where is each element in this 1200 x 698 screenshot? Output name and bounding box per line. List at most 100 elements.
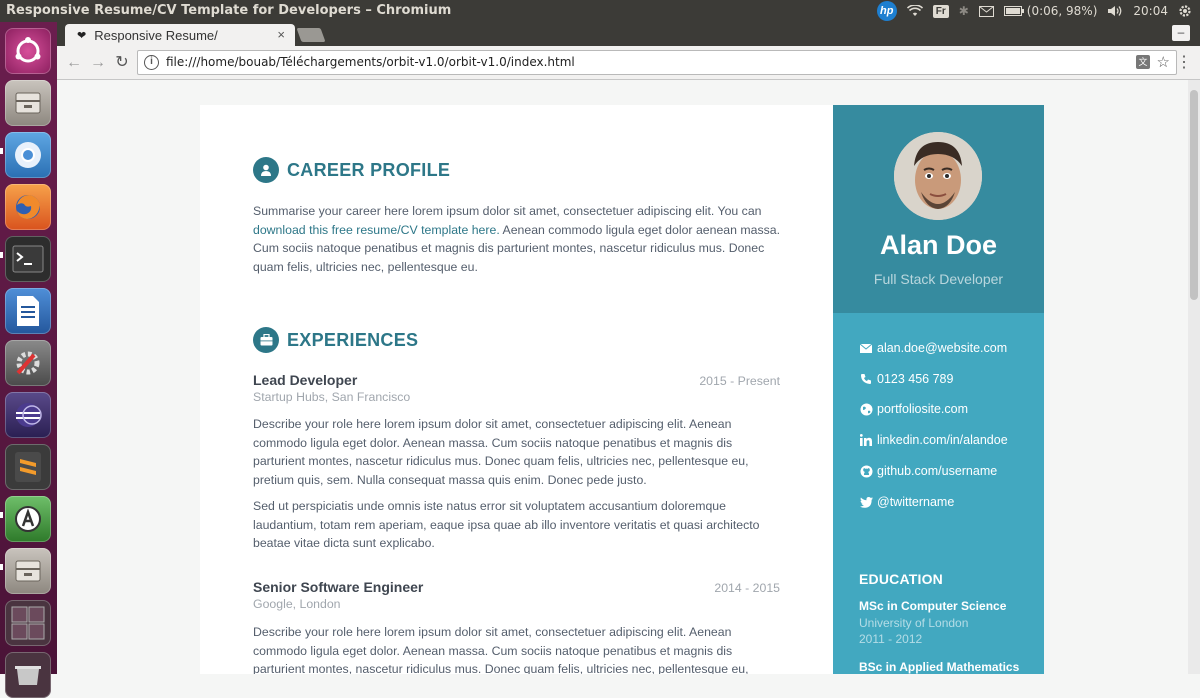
contact-phone[interactable]: 0123 456 789	[859, 372, 953, 386]
eclipse-icon[interactable]	[5, 392, 51, 438]
github-icon	[859, 464, 873, 478]
info-icon[interactable]: i	[144, 55, 159, 70]
system-tray: hp Fr ✱ (0:06, 98%) 20:04	[876, 0, 1200, 22]
job-company: Startup Hubs, San Francisco	[253, 390, 411, 404]
twitter-icon	[859, 495, 873, 509]
menu-icon[interactable]: ⋮	[1176, 53, 1192, 73]
summary-text-1: Summarise your career here lorem ipsum d…	[253, 204, 762, 218]
clock[interactable]: 20:04	[1133, 0, 1168, 22]
translate-icon[interactable]: 文	[1136, 55, 1150, 69]
sublime-text-icon[interactable]	[5, 444, 51, 490]
degree-school: University of London	[859, 616, 969, 630]
battery-indicator[interactable]: (0:06, 98%)	[1003, 0, 1098, 22]
career-profile-summary: Summarise your career here lorem ipsum d…	[253, 202, 783, 276]
profile-tagline: Full Stack Developer	[873, 271, 1004, 287]
system-settings-icon[interactable]	[5, 340, 51, 386]
chromium-icon[interactable]	[5, 132, 51, 178]
tab-title: Responsive Resume/	[94, 27, 218, 43]
files-icon[interactable]	[5, 80, 51, 126]
libreoffice-writer-icon[interactable]	[5, 288, 51, 334]
globe-icon	[859, 402, 873, 416]
envelope-icon	[859, 341, 873, 355]
profile-container: Alan Doe Full Stack Developer	[833, 105, 1044, 313]
wifi-icon[interactable]	[906, 0, 923, 22]
terminal-icon[interactable]	[5, 236, 51, 282]
files-icon[interactable]	[5, 548, 51, 594]
star-icon[interactable]: ☆	[1157, 53, 1170, 71]
resume-sidebar: Alan Doe Full Stack Developer alan.doe@w…	[833, 105, 1044, 674]
job-description: Describe your role here lorem ipsum dolo…	[253, 417, 749, 487]
degree-title: BSc in Applied Mathematics	[859, 660, 1020, 674]
system-top-panel: Responsive Resume/CV Template for Develo…	[0, 0, 1200, 22]
contact-email[interactable]: alan.doe@website.com	[859, 341, 1007, 355]
contact-linkedin-text[interactable]: linkedin.com/in/alandoe	[877, 433, 1008, 447]
workspace-switcher-icon[interactable]	[5, 600, 51, 646]
user-icon	[253, 157, 279, 183]
mail-icon[interactable]	[978, 0, 994, 22]
job-company: Google, London	[253, 597, 341, 611]
degree-years: 2011 - 2012	[859, 632, 923, 646]
phone-icon	[859, 372, 873, 386]
download-template-link[interactable]: download this free resume/CV template he…	[253, 223, 500, 237]
experiences-title: EXPERIENCES	[287, 329, 419, 350]
contact-website-text[interactable]: portfoliosite.com	[877, 402, 968, 416]
contact-twitter[interactable]: @twittername	[859, 495, 954, 509]
battery-text: (0:06, 98%)	[1026, 4, 1098, 18]
heart-icon: ❤	[77, 29, 87, 42]
reload-button[interactable]: ↻	[111, 52, 133, 74]
resume-main-column: CAREER PROFILE Summarise your career her…	[200, 105, 833, 674]
software-updater-icon[interactable]	[5, 496, 51, 542]
minimize-button[interactable]: –	[1172, 25, 1190, 41]
forward-button[interactable]: →	[87, 52, 109, 74]
volume-icon[interactable]	[1107, 0, 1123, 22]
linkedin-icon	[859, 433, 873, 447]
ubuntu-dash-icon[interactable]	[5, 28, 51, 74]
tab-resume[interactable]: ❤ Responsive Resume/ ×	[65, 24, 295, 46]
window-title: Responsive Resume/CV Template for Develo…	[6, 3, 452, 18]
contact-github-text[interactable]: github.com/username	[877, 464, 997, 478]
bluetooth-icon[interactable]: ✱	[959, 0, 969, 22]
running-indicator	[0, 564, 3, 570]
contact-phone-text[interactable]: 0123 456 789	[877, 372, 953, 386]
education-heading: EDUCATION	[859, 571, 943, 587]
running-indicator	[0, 148, 3, 154]
contact-github[interactable]: github.com/username	[859, 464, 997, 478]
trash-icon[interactable]	[5, 652, 51, 698]
job-description: Describe your role here lorem ipsum dolo…	[253, 625, 749, 674]
contact-website[interactable]: portfoliosite.com	[859, 402, 968, 416]
career-profile-title: CAREER PROFILE	[287, 159, 451, 180]
resume-card: CAREER PROFILE Summarise your career her…	[200, 105, 1044, 674]
url-text[interactable]: file:///home/bouab/Téléchargements/orbit…	[166, 55, 575, 69]
keyboard-layout-indicator[interactable]: Fr	[932, 0, 949, 22]
address-bar[interactable]: i file:///home/bouab/Téléchargements/orb…	[137, 50, 1177, 75]
page-viewport: CAREER PROFILE Summarise your career her…	[57, 80, 1188, 674]
contact-email-text[interactable]: alan.doe@website.com	[877, 341, 1007, 355]
briefcase-icon	[253, 327, 279, 353]
keyboard-layout-label: Fr	[932, 4, 949, 18]
job-time: 2015 - Present	[699, 374, 780, 388]
job-title: Senior Software Engineer	[253, 579, 424, 595]
close-icon[interactable]: ×	[277, 27, 285, 42]
contact-linkedin[interactable]: linkedin.com/in/alandoe	[859, 433, 1008, 447]
career-profile-heading: CAREER PROFILE	[253, 157, 450, 183]
running-indicator	[0, 252, 3, 258]
gear-icon[interactable]	[1178, 0, 1192, 22]
browser-toolbar: ← → ↻ i file:///home/bouab/Téléchargemen…	[57, 46, 1200, 80]
back-button[interactable]: ←	[63, 52, 85, 74]
job-title: Lead Developer	[253, 372, 358, 388]
browser-tabbar: ❤ Responsive Resume/ × –	[57, 22, 1200, 46]
job-time: 2014 - 2015	[714, 581, 780, 595]
contact-twitter-text[interactable]: @twittername	[877, 495, 954, 509]
scrollbar-thumb[interactable]	[1190, 90, 1198, 300]
avatar	[894, 132, 982, 220]
profile-name: Alan Doe	[879, 230, 998, 260]
degree-title: MSc in Computer Science	[859, 599, 1007, 613]
new-tab-button[interactable]	[296, 28, 326, 42]
running-indicator	[0, 512, 3, 518]
hp-icon[interactable]: hp	[876, 0, 897, 22]
experiences-heading: EXPERIENCES	[253, 327, 418, 353]
firefox-icon[interactable]	[5, 184, 51, 230]
unity-launcher	[0, 22, 57, 698]
page-scrollbar[interactable]	[1188, 80, 1200, 674]
job-description: Sed ut perspiciatis unde omnis iste natu…	[253, 499, 760, 550]
